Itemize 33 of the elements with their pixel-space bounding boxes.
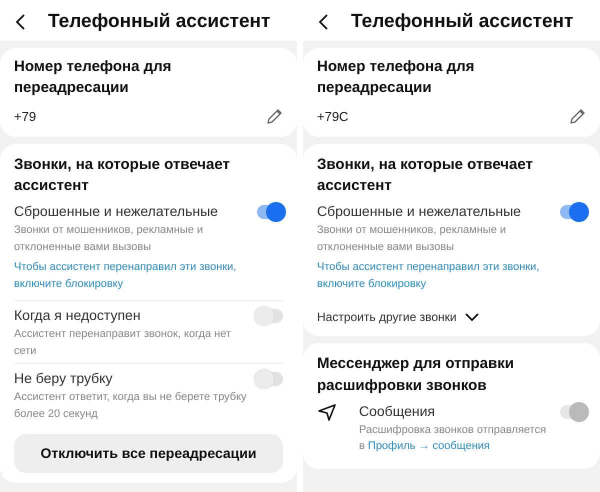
hint-link[interactable]: Чтобы ассистент перенаправил эти звонки, включите блокировку bbox=[14, 259, 283, 300]
item-description: Ассистент ответит, когда вы не берете трубку более 20 секунд bbox=[14, 390, 248, 422]
expand-toggle[interactable]: Настроить другие звонки bbox=[317, 308, 479, 326]
disable-button[interactable]: Отключить все переадресации bbox=[14, 434, 283, 473]
card-title: Звонки, на которые отвечает ассистент bbox=[317, 154, 534, 196]
item-label: Сброшенные и нежелательные bbox=[317, 202, 522, 221]
item-description: Звонки от мошенников, рекламные и отклоненные вами вызовы bbox=[317, 223, 508, 254]
card-title: Звонки, на которые отвечает ассистент bbox=[14, 154, 231, 196]
screen-title: Телефонный ассистент bbox=[351, 10, 574, 34]
item-description: Звонки от мошенников, рекламные и отклоненные вами вызовы bbox=[14, 223, 204, 254]
item-description: Ассистент перенаправит звонок, когда нет сети bbox=[14, 327, 232, 358]
card-title: Номер телефона для переадресации bbox=[317, 56, 476, 98]
back-icon[interactable] bbox=[317, 13, 329, 32]
toggle-switch[interactable] bbox=[560, 205, 586, 219]
send-icon bbox=[317, 402, 337, 420]
phone-number: +79 bbox=[14, 108, 36, 126]
chevron-icon bbox=[464, 312, 479, 322]
item-label: Когда я недоступен bbox=[14, 306, 142, 325]
back-icon[interactable] bbox=[14, 13, 26, 32]
item-label: Сообщения bbox=[359, 402, 436, 421]
item-description: Расшифровка звонков отправляется в Профиль → сообщения bbox=[359, 422, 548, 454]
hint-link[interactable]: Чтобы ассистент перенаправил эти звонки, включите блокировку bbox=[317, 259, 586, 300]
pencil-icon[interactable] bbox=[265, 108, 283, 126]
toggle-switch[interactable] bbox=[257, 205, 283, 219]
phone-number: +79C bbox=[317, 108, 348, 126]
item-label: Сброшенные и нежелательные bbox=[14, 202, 219, 221]
toggle-switch[interactable] bbox=[257, 309, 283, 323]
item-label: Не беру трубку bbox=[14, 369, 114, 388]
pencil-icon[interactable] bbox=[568, 108, 586, 126]
card-title: Номер телефона для переадресации bbox=[14, 56, 172, 98]
screen-title: Телефонный ассистент bbox=[48, 10, 270, 34]
toggle-switch[interactable] bbox=[257, 372, 283, 386]
card-title: Мессенджер для отправки расшифровки звонков bbox=[317, 354, 515, 396]
